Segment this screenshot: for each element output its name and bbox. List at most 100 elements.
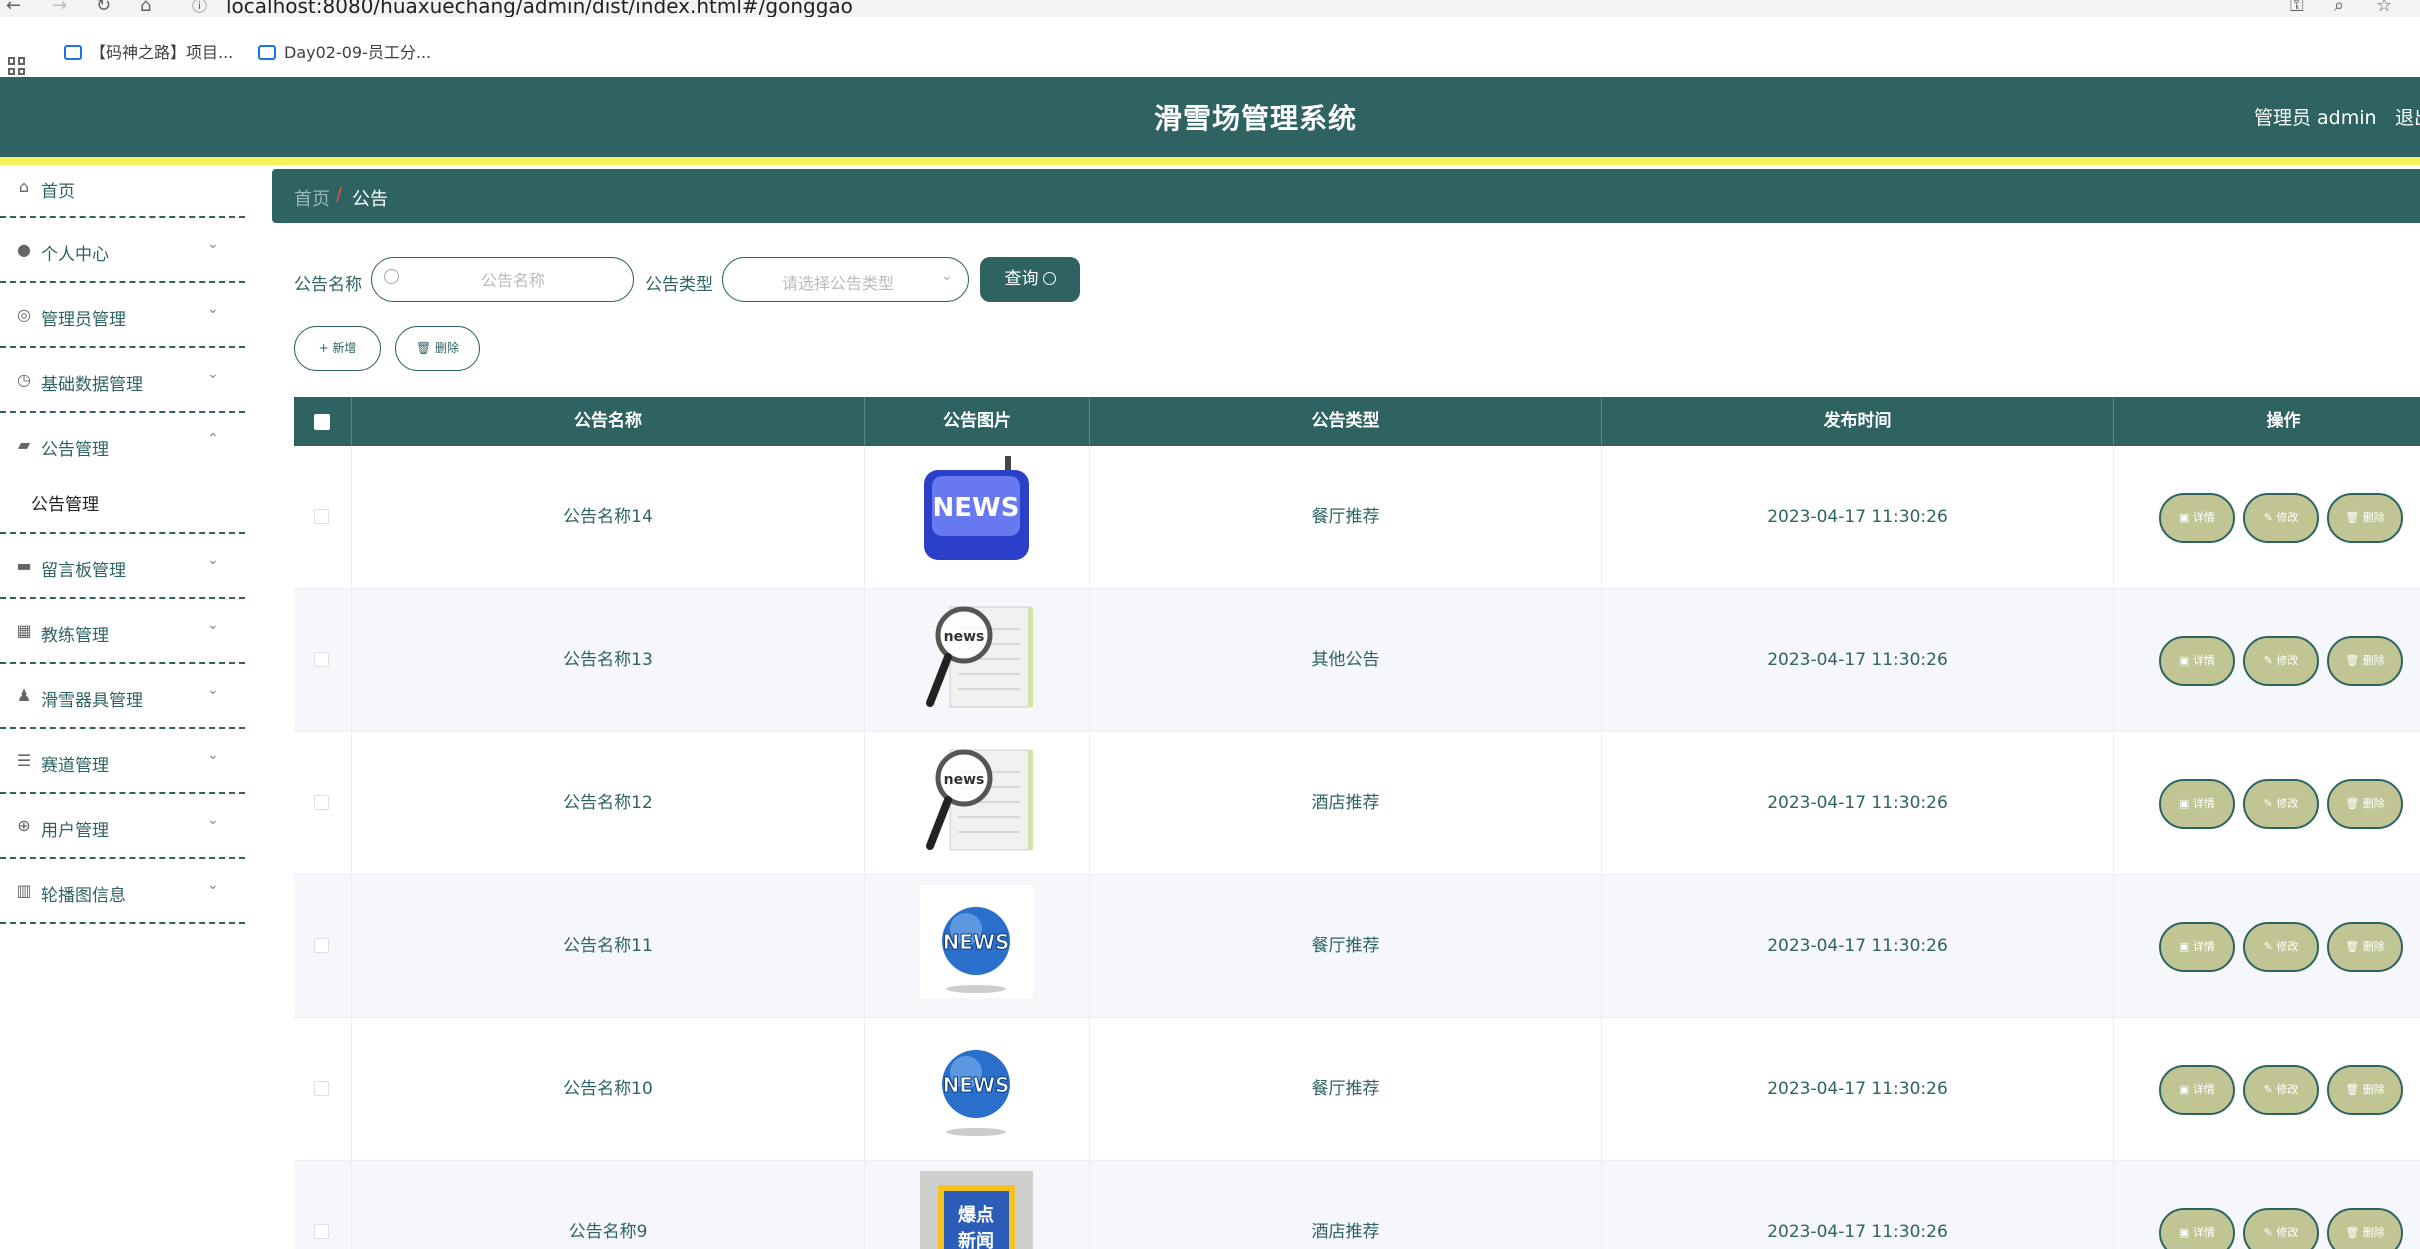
edit-button[interactable]: ✎ 修改 bbox=[2243, 493, 2319, 543]
row-checkbox[interactable] bbox=[314, 1081, 329, 1096]
chevron-down-icon: ⌄ bbox=[207, 617, 219, 633]
breadcrumb-home[interactable]: 首页 bbox=[294, 185, 330, 211]
delete-row-button[interactable]: 🗑 删除 bbox=[2327, 779, 2403, 829]
chevron-up-icon: ⌃ bbox=[207, 431, 219, 447]
sidebar-item-tracks[interactable]: ☰ 赛道管理 ⌄ bbox=[0, 729, 245, 794]
sidebar-item-basedata[interactable]: ◷ 基础数据管理 ⌄ bbox=[0, 348, 245, 413]
logout-link[interactable]: 退出 bbox=[2395, 103, 2420, 130]
chevron-down-icon: ⌄ bbox=[207, 682, 219, 698]
delete-button[interactable]: 🗑 删除 bbox=[395, 326, 480, 371]
sidebar-item-announcements[interactable]: ▰ 公告管理 ⌃ bbox=[0, 413, 245, 478]
column-header-image: 公告图片 bbox=[864, 397, 1089, 446]
detail-button[interactable]: ▣ 详情 bbox=[2159, 922, 2235, 972]
detail-button[interactable]: ▣ 详情 bbox=[2159, 493, 2235, 543]
zoom-icon[interactable]: ⌕ bbox=[2334, 0, 2344, 16]
detail-icon: ▣ bbox=[2179, 654, 2193, 667]
sidebar-item-messages[interactable]: ▬ 留言板管理 ⌄ bbox=[0, 534, 245, 599]
apps-icon[interactable] bbox=[8, 57, 26, 75]
detail-icon: ▣ bbox=[2179, 797, 2193, 810]
sidebar-item-home[interactable]: ⌂ 首页 bbox=[0, 165, 245, 218]
edit-button[interactable]: ✎ 修改 bbox=[2243, 636, 2319, 686]
star-icon[interactable]: ☆ bbox=[2376, 0, 2392, 16]
news-magnifier-image: news bbox=[920, 599, 1033, 712]
row-checkbox[interactable] bbox=[314, 509, 329, 524]
edit-icon: ✎ bbox=[2263, 654, 2277, 667]
svg-text:NEWS: NEWS bbox=[943, 1073, 1010, 1097]
home-browser-icon[interactable]: ⌂ bbox=[140, 0, 151, 16]
delete-row-button[interactable]: 🗑 删除 bbox=[2327, 493, 2403, 543]
detail-icon: ▣ bbox=[2179, 1226, 2193, 1239]
bookmark-item[interactable]: 【码神之路】项目... bbox=[64, 39, 233, 63]
user-name: 管理员 admin bbox=[2254, 107, 2377, 129]
trash-icon: 🗑 bbox=[2345, 654, 2363, 667]
table-body: 公告名称14 餐厅推荐 2023-04-17 11:30:26 NEWS ▣ 详情 ✎… bbox=[294, 446, 2420, 1249]
bookmarks-bar: 【码神之路】项目... Day02-09-员工分... bbox=[0, 17, 2420, 77]
edit-button[interactable]: ✎ 修改 bbox=[2243, 1065, 2319, 1115]
sidebar-item-coaches[interactable]: ▦ 教练管理 ⌄ bbox=[0, 599, 245, 664]
chevron-down-icon: ⌄ bbox=[207, 301, 219, 317]
reload-icon[interactable]: ↻ bbox=[96, 0, 111, 16]
bilibili-icon bbox=[64, 45, 82, 60]
search-icon bbox=[1042, 272, 1056, 285]
hot-news-image: 爆点 新闻 bbox=[920, 1171, 1033, 1249]
list-icon: ☰ bbox=[16, 751, 32, 770]
address-bar[interactable]: localhost:8080/huaxuechang/admin/dist/in… bbox=[226, 0, 853, 18]
edit-button[interactable]: ✎ 修改 bbox=[2243, 922, 2319, 972]
detail-button[interactable]: ▣ 详情 bbox=[2159, 779, 2235, 829]
admin-icon: ◎ bbox=[17, 305, 31, 324]
type-select[interactable]: 请选择公告类型 ⌄ bbox=[722, 257, 969, 302]
edit-icon: ✎ bbox=[2263, 1226, 2277, 1239]
column-header-time: 发布时间 bbox=[1601, 397, 2113, 446]
detail-icon: ▣ bbox=[2179, 511, 2193, 524]
table-header: 公告名称 公告图片 公告类型 发布时间 操作 bbox=[294, 397, 2420, 446]
row-checkbox[interactable] bbox=[314, 795, 329, 810]
app-title: 滑雪场管理系统 bbox=[1154, 102, 1358, 135]
detail-button[interactable]: ▣ 详情 bbox=[2159, 1065, 2235, 1115]
row-checkbox[interactable] bbox=[314, 652, 329, 667]
announcement-name: 公告名称14 bbox=[351, 446, 864, 589]
news-globe-image: NEWS bbox=[920, 1028, 1033, 1141]
announcement-type: 酒店推荐 bbox=[1089, 1161, 1601, 1249]
bookmark-item[interactable]: Day02-09-员工分... bbox=[258, 39, 431, 63]
delete-row-button[interactable]: 🗑 删除 bbox=[2327, 1065, 2403, 1115]
delete-row-button[interactable]: 🗑 删除 bbox=[2327, 1208, 2403, 1249]
forward-icon[interactable]: → bbox=[52, 0, 67, 16]
query-button[interactable]: 查询 bbox=[980, 257, 1080, 302]
breadcrumb-separator: / bbox=[336, 184, 343, 205]
key-icon[interactable]: ⚿ bbox=[2290, 0, 2304, 16]
site-info-icon[interactable]: ⓘ bbox=[192, 0, 207, 16]
detail-button[interactable]: ▣ 详情 bbox=[2159, 1208, 2235, 1249]
back-icon[interactable]: ← bbox=[6, 0, 21, 16]
sidebar-item-equipment[interactable]: ♟ 滑雪器具管理 ⌄ bbox=[0, 664, 245, 729]
breadcrumb: 首页 / 公告 bbox=[272, 169, 2420, 223]
chevron-down-icon: ⌄ bbox=[207, 366, 219, 382]
announcement-type: 其他公告 bbox=[1089, 589, 1601, 732]
row-checkbox[interactable] bbox=[314, 1224, 329, 1239]
accent-bar bbox=[0, 157, 2420, 165]
announcement-table: 公告名称 公告图片 公告类型 发布时间 操作 公告名称14 餐厅推荐 2023-04… bbox=[294, 397, 2420, 1249]
add-button[interactable]: + 新增 bbox=[294, 326, 381, 371]
name-search-field[interactable] bbox=[371, 257, 634, 302]
submenu-item-announcements[interactable]: 公告管理 bbox=[0, 478, 245, 534]
clock-icon: ◷ bbox=[17, 370, 31, 389]
delete-row-button[interactable]: 🗑 删除 bbox=[2327, 636, 2403, 686]
detail-button[interactable]: ▣ 详情 bbox=[2159, 636, 2235, 686]
news-magnifier-image: news bbox=[920, 742, 1033, 855]
sidebar-item-carousel[interactable]: ▥ 轮播图信息 ⌄ bbox=[0, 859, 245, 924]
edit-button[interactable]: ✎ 修改 bbox=[2243, 1208, 2319, 1249]
select-all-checkbox[interactable] bbox=[314, 414, 330, 430]
chevron-down-icon: ⌄ bbox=[207, 812, 219, 828]
chevron-down-icon: ⌄ bbox=[207, 552, 219, 568]
svg-text:news: news bbox=[944, 772, 985, 788]
edit-icon: ✎ bbox=[2263, 1083, 2277, 1096]
edit-button[interactable]: ✎ 修改 bbox=[2243, 779, 2319, 829]
row-checkbox[interactable] bbox=[314, 938, 329, 953]
table-row: 公告名称12 酒店推荐 2023-04-17 11:30:26 news ▣ 详情 ✎… bbox=[294, 732, 2420, 875]
breadcrumb-current: 公告 bbox=[352, 189, 388, 210]
sidebar-item-admins[interactable]: ◎ 管理员管理 ⌄ bbox=[0, 283, 245, 348]
sidebar-item-users[interactable]: ⊕ 用户管理 ⌄ bbox=[0, 794, 245, 859]
name-search-input[interactable] bbox=[408, 266, 618, 294]
delete-row-button[interactable]: 🗑 删除 bbox=[2327, 922, 2403, 972]
edit-icon: ✎ bbox=[2263, 797, 2277, 810]
sidebar-item-profile[interactable]: ● 个人中心 ⌄ bbox=[0, 218, 245, 283]
